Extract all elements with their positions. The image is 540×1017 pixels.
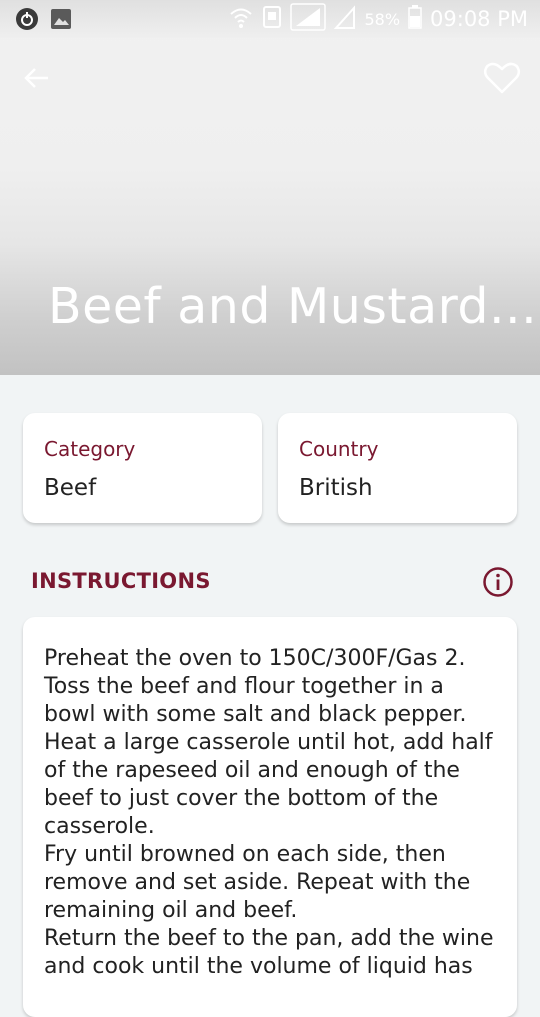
- country-card: Country British: [278, 413, 517, 523]
- info-circle-icon: [483, 567, 513, 597]
- instructions-text: Preheat the oven to 150C/300F/Gas 2. Tos…: [44, 646, 494, 979]
- category-label: Category: [44, 437, 136, 461]
- heart-outline-icon: [483, 62, 521, 94]
- nfc-icon: [262, 5, 282, 33]
- battery-percent: 58%: [364, 9, 401, 29]
- back-button[interactable]: [20, 60, 56, 96]
- instructions-heading: INSTRUCTIONS: [31, 569, 211, 593]
- category-card: Category Beef: [23, 413, 262, 523]
- recipe-title: Beef and Mustard...: [48, 278, 538, 335]
- info-button[interactable]: [482, 566, 514, 598]
- header-image: 58% 09:08 PM Beef and Mustard...: [0, 0, 540, 375]
- wifi-icon: [228, 4, 254, 34]
- country-label: Country: [299, 437, 379, 461]
- battery-icon: [408, 5, 422, 33]
- clock: 09:08 PM: [430, 7, 528, 31]
- status-bar: 58% 09:08 PM: [0, 0, 540, 38]
- signal-secondary-icon: [334, 4, 356, 34]
- arrow-back-icon: [24, 68, 48, 88]
- signal-icon: [290, 3, 327, 35]
- image-icon: [50, 8, 72, 34]
- country-value: British: [299, 475, 373, 501]
- favorite-button[interactable]: [482, 60, 522, 96]
- category-value: Beef: [44, 475, 97, 501]
- power-icon: [14, 6, 40, 36]
- instructions-card: Preheat the oven to 150C/300F/Gas 2. Tos…: [23, 617, 517, 1017]
